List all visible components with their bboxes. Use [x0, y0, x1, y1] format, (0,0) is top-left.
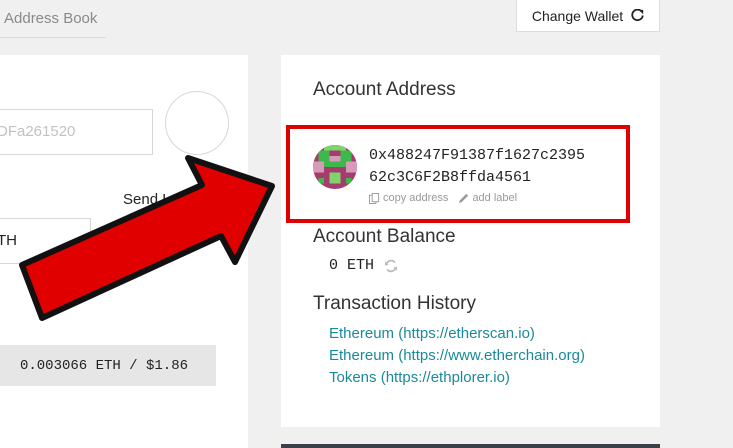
change-wallet-label: Change Wallet	[531, 7, 624, 24]
etherchain-link[interactable]: Ethereum (https://www.etherchain.org)	[329, 345, 585, 367]
ethplorer-link[interactable]: Tokens (https://ethplorer.io)	[329, 367, 585, 389]
refresh-icon[interactable]	[384, 259, 398, 273]
fee-display: 0.003066 ETH / $1.86	[0, 345, 216, 386]
send-later-label: Send Later	[123, 191, 197, 208]
history-links: Ethereum (https://etherscan.io) Ethereum…	[329, 323, 585, 389]
transaction-history-heading: Transaction History	[313, 293, 476, 314]
balance-value: 0 ETH	[329, 257, 375, 274]
send-panel: DFa261520 Send Later TH 0.003066 ETH / $…	[0, 55, 248, 448]
refresh-icon	[631, 9, 644, 22]
highlight-box	[286, 125, 630, 223]
change-wallet-button[interactable]: Change Wallet	[516, 0, 660, 32]
account-panel: Account Address 0x488247F91387f1627c2395…	[281, 55, 660, 427]
tab-address-book[interactable]: Address Book	[0, 0, 106, 38]
next-panel-edge	[281, 444, 660, 448]
recipient-identicon	[165, 91, 229, 155]
account-balance: 0 ETH	[329, 257, 398, 274]
etherscan-link[interactable]: Ethereum (https://etherscan.io)	[329, 323, 585, 345]
to-address-input[interactable]: DFa261520	[0, 109, 153, 155]
account-address-heading: Account Address	[313, 79, 456, 100]
account-balance-heading: Account Balance	[313, 226, 456, 247]
amount-unit-field[interactable]: TH	[0, 218, 91, 264]
send-later-toggle[interactable]	[150, 226, 194, 256]
